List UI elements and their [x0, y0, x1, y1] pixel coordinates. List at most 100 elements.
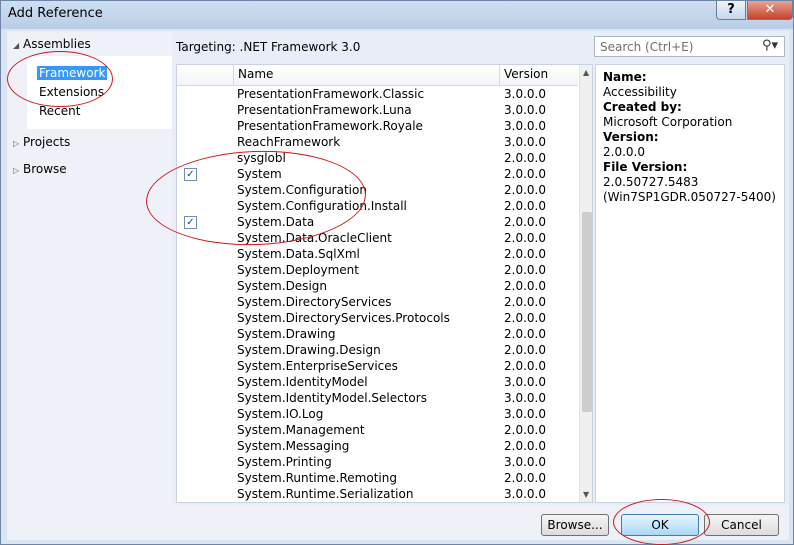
- dialog-title: Add Reference: [8, 6, 103, 21]
- scroll-down-icon[interactable]: ▼: [583, 490, 589, 499]
- detail-file-version-label: File Version:: [603, 160, 688, 174]
- list-row[interactable]: System.EnterpriseServices 2.0.0.0: [177, 358, 578, 374]
- list-row[interactable]: System.Design 2.0.0.0: [177, 278, 578, 294]
- list-row[interactable]: System.Runtime.Serialization 3.0.0.0: [177, 486, 578, 502]
- list-row[interactable]: System.Management 2.0.0.0: [177, 422, 578, 438]
- assembly-version: 3.0.0.0: [504, 391, 546, 405]
- tree-item-label: Browse: [23, 162, 67, 176]
- cancel-button[interactable]: Cancel: [704, 514, 779, 536]
- list-row[interactable]: System.Configuration 2.0.0.0: [177, 182, 578, 198]
- assembly-version: 2.0.0.0: [504, 231, 546, 245]
- list-row[interactable]: System.Printing 3.0.0.0: [177, 454, 578, 470]
- search-icon[interactable]: ⚲▾: [762, 38, 778, 53]
- list-row[interactable]: sysglobl 2.0.0.0: [177, 150, 578, 166]
- list-row[interactable]: System.DirectoryServices 2.0.0.0: [177, 294, 578, 310]
- list-row[interactable]: System.IdentityModel.Selectors 3.0.0.0: [177, 390, 578, 406]
- assembly-name: System.IO.Log: [237, 407, 324, 421]
- search-box[interactable]: Search (Ctrl+E) ⚲▾: [594, 36, 785, 57]
- help-button[interactable]: ?: [716, 1, 746, 20]
- list-row[interactable]: ReachFramework 3.0.0.0: [177, 134, 578, 150]
- list-row[interactable]: System.IdentityModel 3.0.0.0: [177, 374, 578, 390]
- targeting-label: Targeting: .NET Framework 3.0: [176, 40, 361, 54]
- assembly-name: PresentationFramework.Luna: [237, 103, 412, 117]
- assembly-name: System.DirectoryServices.Protocols: [237, 311, 450, 325]
- assembly-name: System.Drawing: [237, 327, 336, 341]
- vertical-scrollbar[interactable]: ▲ ▼: [579, 65, 592, 502]
- list-row[interactable]: System.Configuration.Install 2.0.0.0: [177, 198, 578, 214]
- ok-button[interactable]: OK: [621, 514, 699, 536]
- assembly-name: System.Runtime.Remoting: [237, 471, 397, 485]
- assembly-name: System.Runtime.Serialization: [237, 487, 414, 501]
- tree-item-label: Assemblies: [23, 37, 91, 51]
- assembly-name: System.IdentityModel.Selectors: [237, 391, 427, 405]
- assembly-name: System.Data.OracleClient: [237, 231, 392, 245]
- list-row[interactable]: System.DirectoryServices.Protocols 2.0.0.…: [177, 310, 578, 326]
- list-row[interactable]: System.Messaging 2.0.0.0: [177, 438, 578, 454]
- assembly-name: PresentationFramework.Classic: [237, 87, 425, 101]
- title-bar: Add Reference ? ✕: [1, 1, 793, 29]
- detail-name-value: Accessibility: [603, 85, 677, 99]
- list-row[interactable]: ✓ System 2.0.0.0: [177, 166, 578, 182]
- assembly-version: 2.0.0.0: [504, 439, 546, 453]
- assembly-name: System: [237, 167, 282, 181]
- collapsed-arrow-icon[interactable]: ▷: [13, 139, 23, 148]
- assembly-version: 2.0.0.0: [504, 263, 546, 277]
- row-checkbox[interactable]: ✓: [184, 168, 197, 181]
- subitem-recent[interactable]: Recent: [37, 104, 82, 118]
- column-header-name[interactable]: Name: [238, 67, 273, 81]
- assembly-name: sysglobl: [237, 151, 286, 165]
- tree-item-browse[interactable]: ▷ Browse: [13, 162, 67, 176]
- list-row[interactable]: System.Data.OracleClient 2.0.0.0: [177, 230, 578, 246]
- list-row[interactable]: ✓ System.Data 2.0.0.0: [177, 214, 578, 230]
- expanded-arrow-icon[interactable]: ◢: [13, 41, 23, 50]
- assembly-name: PresentationFramework.Royale: [237, 119, 423, 133]
- list-row[interactable]: System.IO.Log 3.0.0.0: [177, 406, 578, 422]
- assembly-name: ReachFramework: [237, 135, 341, 149]
- category-tree: ◢ Assemblies Framework Extensions Recent …: [7, 31, 172, 505]
- assembly-version: 3.0.0.0: [504, 487, 546, 501]
- list-row[interactable]: PresentationFramework.Luna 3.0.0.0: [177, 102, 578, 118]
- list-row[interactable]: System.Runtime.Remoting 2.0.0.0: [177, 470, 578, 486]
- search-placeholder: Search (Ctrl+E): [600, 40, 694, 54]
- assembly-version: 3.0.0.0: [504, 119, 546, 133]
- details-panel: Name: Accessibility Created by: Microsof…: [595, 64, 785, 503]
- row-checkbox[interactable]: ✓: [184, 216, 197, 229]
- column-header-version[interactable]: Version: [504, 67, 548, 81]
- assembly-name: System.Printing: [237, 455, 332, 469]
- detail-created-label: Created by:: [603, 100, 682, 114]
- scroll-thumb[interactable]: [582, 212, 592, 412]
- list-row[interactable]: System.Drawing.Design 2.0.0.0: [177, 342, 578, 358]
- scroll-up-icon[interactable]: ▲: [583, 68, 589, 77]
- list-row[interactable]: PresentationFramework.Royale 3.0.0.0: [177, 118, 578, 134]
- assembly-version: 2.0.0.0: [504, 295, 546, 309]
- subitem-extensions[interactable]: Extensions: [37, 85, 106, 99]
- assembly-version: 2.0.0.0: [504, 327, 546, 341]
- assembly-name: System.Design: [237, 279, 327, 293]
- browse-button[interactable]: Browse...: [541, 514, 609, 536]
- detail-file-version-build: (Win7SP1GDR.050727-5400): [603, 190, 776, 204]
- add-reference-dialog: Add Reference ? ✕ ◢ Assemblies Framework …: [0, 0, 794, 545]
- tree-item-projects[interactable]: ▷ Projects: [13, 135, 70, 149]
- assembly-name: System.EnterpriseServices: [237, 359, 398, 373]
- assembly-version: 2.0.0.0: [504, 343, 546, 357]
- assembly-version: 2.0.0.0: [504, 151, 546, 165]
- list-row[interactable]: System.Data.SqlXml 2.0.0.0: [177, 246, 578, 262]
- assembly-version: 2.0.0.0: [504, 183, 546, 197]
- subitem-framework[interactable]: Framework: [37, 66, 108, 80]
- assembly-version: 3.0.0.0: [504, 103, 546, 117]
- assembly-list: Name Version PresentationFramework.Class…: [176, 64, 593, 503]
- tree-item-assemblies[interactable]: ◢ Assemblies: [13, 37, 91, 51]
- assembly-version: 3.0.0.0: [504, 375, 546, 389]
- list-row[interactable]: System.Deployment 2.0.0.0: [177, 262, 578, 278]
- assembly-name: System.Configuration.Install: [237, 199, 407, 213]
- assembly-name: System.Management: [237, 423, 365, 437]
- list-row[interactable]: System.Drawing 2.0.0.0: [177, 326, 578, 342]
- assembly-version: 2.0.0.0: [504, 471, 546, 485]
- assembly-name: System.Data.SqlXml: [237, 247, 360, 261]
- list-row[interactable]: PresentationFramework.Classic 3.0.0.0: [177, 86, 578, 102]
- collapsed-arrow-icon[interactable]: ▷: [13, 166, 23, 175]
- detail-name-label: Name:: [603, 70, 647, 84]
- close-button[interactable]: ✕: [747, 1, 793, 20]
- list-header: Name Version: [177, 65, 578, 86]
- column-divider: [499, 65, 500, 85]
